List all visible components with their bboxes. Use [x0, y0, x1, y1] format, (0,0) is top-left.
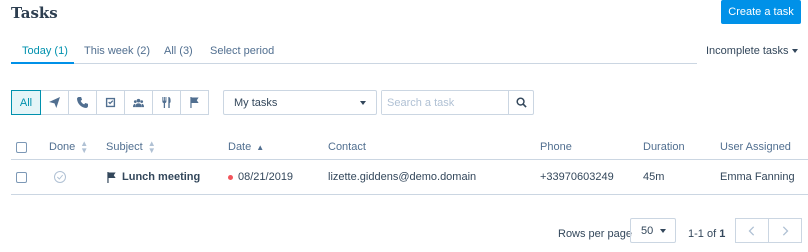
column-label: Subject	[106, 141, 143, 153]
tab-this-week[interactable]: This week (2)	[84, 45, 150, 57]
filter-all-button[interactable]: All	[11, 90, 41, 115]
phone-number: +33970603249	[540, 171, 614, 183]
user-assigned-name: Emma Fanning	[720, 171, 795, 183]
send-icon	[49, 97, 60, 108]
tab-all[interactable]: All (3)	[164, 45, 193, 57]
sort-icon: ▲ ▼	[147, 139, 156, 155]
table-header-row: Done ▲ ▼ Subject ▲ ▼ Date ▲ Contact Phone Dur…	[11, 135, 808, 160]
column-header-subject[interactable]: Subject ▲ ▼	[106, 135, 156, 159]
task-type-filters: All	[11, 90, 209, 115]
meeting-icon	[133, 98, 144, 108]
date-cell: 08/21/2019	[228, 160, 293, 194]
chevron-left-icon	[748, 225, 755, 236]
contact-cell[interactable]: lizette.giddens@demo.domain	[328, 160, 476, 194]
checkbox-icon	[105, 97, 116, 108]
column-header-user-assigned: User Assigned	[720, 135, 791, 159]
contact-email: lizette.giddens@demo.domain	[328, 171, 477, 183]
rows-per-page-label: Rows per page	[558, 228, 632, 240]
date-text: 08/21/2019	[238, 171, 294, 183]
create-task-button[interactable]: Create a task	[721, 0, 801, 24]
search-icon	[515, 97, 527, 108]
owner-filter-value: My tasks	[234, 96, 278, 109]
column-label: User Assigned	[720, 141, 791, 153]
chevron-right-icon	[782, 225, 789, 236]
filter-lunch-button[interactable]	[152, 90, 181, 115]
duration-cell: 45m	[643, 160, 664, 194]
table-row[interactable]: Lunch meeting 08/21/2019 lizette.giddens…	[11, 160, 808, 195]
search-input[interactable]	[382, 91, 508, 114]
previous-page-button[interactable]	[735, 218, 769, 243]
select-all-cell	[16, 135, 27, 159]
range-prefix: 1-1 of	[688, 228, 720, 240]
phone-cell: +33970603249	[540, 160, 614, 194]
caret-down-icon	[360, 100, 366, 105]
range-total: 1	[719, 228, 726, 240]
tab-select-period[interactable]: Select period	[210, 45, 274, 57]
tab-today[interactable]: Today (1)	[22, 45, 68, 57]
caret-down-icon	[791, 49, 798, 53]
flag-icon	[107, 171, 116, 183]
column-header-duration: Duration	[643, 135, 685, 159]
caret-down-icon	[660, 228, 666, 233]
lunch-icon	[162, 97, 171, 108]
filter-deadline-button[interactable]	[180, 90, 209, 115]
active-tab-indicator	[11, 62, 74, 64]
column-label: Contact	[328, 141, 366, 153]
column-header-phone: Phone	[540, 135, 572, 159]
row-select-cell	[16, 160, 27, 194]
sort-icon: ▲ ▼	[80, 139, 89, 155]
sort-ascending-icon: ▲	[256, 142, 265, 152]
user-assigned-cell: Emma Fanning	[720, 160, 795, 194]
mark-done-toggle[interactable]	[54, 171, 66, 183]
duration-value: 45m	[643, 171, 665, 183]
column-label: Done	[49, 141, 76, 153]
row-checkbox[interactable]	[16, 171, 27, 183]
status-filter-value: Incomplete tasks	[706, 45, 789, 57]
filter-email-button[interactable]	[40, 90, 69, 115]
filter-meeting-button[interactable]	[124, 90, 153, 115]
owner-filter-dropdown[interactable]: My tasks	[223, 90, 377, 115]
status-filter-dropdown[interactable]: Incomplete tasks	[706, 45, 798, 57]
period-tabs: Today (1) This week (2) All (3) Select p…	[11, 36, 697, 64]
page-title: Tasks	[11, 4, 58, 22]
check-icon	[57, 174, 64, 180]
column-header-done[interactable]: Done ▲ ▼	[49, 135, 88, 159]
column-header-contact: Contact	[328, 135, 366, 159]
column-label: Duration	[643, 141, 685, 153]
filter-todo-button[interactable]	[96, 90, 125, 115]
pagination-range: 1-1 of 1	[688, 228, 725, 240]
done-cell	[54, 160, 66, 194]
filter-call-button[interactable]	[68, 90, 97, 115]
select-all-checkbox[interactable]	[16, 141, 27, 153]
phone-icon	[77, 97, 88, 108]
tasks-table: Done ▲ ▼ Subject ▲ ▼ Date ▲ Contact Phone Dur…	[11, 135, 808, 195]
task-search	[381, 90, 534, 115]
rows-per-page-dropdown[interactable]: 50	[630, 218, 676, 243]
subject-cell[interactable]: Lunch meeting	[106, 160, 200, 194]
column-label: Date	[228, 141, 252, 153]
subject-text: Lunch meeting	[122, 171, 201, 183]
column-header-date[interactable]: Date ▲	[228, 135, 264, 159]
flag-icon	[190, 97, 199, 108]
search-button[interactable]	[508, 91, 533, 114]
rows-per-page-value: 50	[641, 224, 654, 237]
date-status-dot	[228, 174, 233, 180]
next-page-button[interactable]	[768, 218, 802, 243]
column-label: Phone	[540, 141, 572, 153]
